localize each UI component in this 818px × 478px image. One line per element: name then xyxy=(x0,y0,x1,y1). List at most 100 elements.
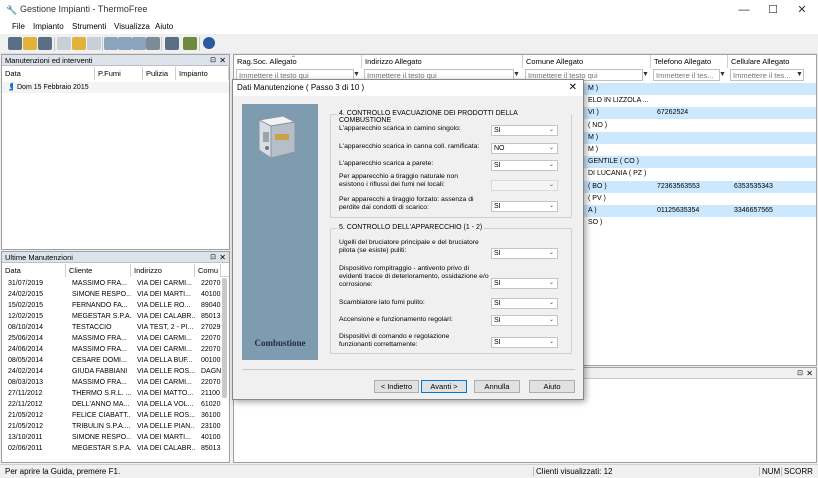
list-icon[interactable] xyxy=(8,37,22,50)
list-item[interactable]: 👤 Dom 15 Febbraio 2015 xyxy=(2,82,229,93)
menu-aiuto[interactable]: Aiuto xyxy=(155,22,173,31)
report-icon[interactable] xyxy=(165,37,179,50)
menu-visualizza[interactable]: Visualizza xyxy=(114,22,150,31)
scarico-parete-select[interactable]: SI ⌄ xyxy=(491,160,558,171)
chevron-down-icon: ⌄ xyxy=(548,339,554,345)
table-row[interactable]: 15/02/2015 FERNANDO FA... VIA DELLE RO... 8… xyxy=(2,300,222,311)
cell-cell xyxy=(731,95,811,107)
filter-icon[interactable]: ▼ xyxy=(352,70,361,79)
print-icon[interactable] xyxy=(146,37,160,50)
ugelli-select[interactable]: SI ⌄ xyxy=(491,248,558,259)
cell-cliente: MASSIMO FRA... xyxy=(72,379,127,386)
table-row[interactable]: 27/11/2012 THERMO S.R.L. ... VIA DEI MATTO… xyxy=(2,388,222,399)
col-pfumi[interactable]: P.Fumi xyxy=(95,67,143,80)
table-row[interactable]: 13/10/2011 SIMONE RESPO... VIA DEI MARTI..… xyxy=(2,432,222,443)
next-button[interactable]: Avanti > xyxy=(421,380,467,393)
grid-icon[interactable] xyxy=(38,37,52,50)
table-row[interactable]: 24/06/2014 MASSIMO FRA... VIA DEI CARMI...… xyxy=(2,344,222,355)
document-icon[interactable] xyxy=(57,37,71,50)
cell-cliente: MASSIMO FRA... xyxy=(72,280,127,287)
help-icon[interactable] xyxy=(203,37,215,49)
copy-icon[interactable] xyxy=(87,37,101,50)
table-row[interactable]: 02/06/2011 MEGESTAR S.P.A. VIA DEI CALABR.… xyxy=(2,443,222,454)
menu-strumenti[interactable]: Strumenti xyxy=(72,22,106,31)
table-row[interactable]: 31/07/2019 MASSIMO FRA... VIA DEI CARMI...… xyxy=(2,278,222,289)
filter-icon[interactable]: ▼ xyxy=(795,70,804,79)
scambiatore-select[interactable]: SI ⌄ xyxy=(491,298,558,309)
rompitraggio-select[interactable]: SI ⌄ xyxy=(491,278,558,289)
table-row[interactable]: 08/10/2014 TESTACCIO VIA TEST, 2 - PI... 27… xyxy=(2,322,222,333)
status-num: NUM xyxy=(759,467,780,476)
filter-cellulare-input[interactable]: Immettere il tes... xyxy=(730,69,804,81)
accensione-select[interactable]: SI ⌄ xyxy=(491,315,558,326)
table-row[interactable]: 21/05/2012 TRIBULIN S.P.A.... VIA DELLE PI… xyxy=(2,421,222,432)
cell-comune: 40100 xyxy=(201,434,221,441)
help-button[interactable]: Aiuto xyxy=(529,380,575,393)
table-row[interactable]: 25/06/2014 MASSIMO FRA... VIA DEI CARMI...… xyxy=(2,333,222,344)
tiraggio-forzato-select[interactable]: SI ⌄ xyxy=(491,201,558,212)
col-comune-allegato[interactable]: Comune Allegato xyxy=(523,55,651,68)
close-icon[interactable]: ✕ xyxy=(219,252,226,263)
dialog-title: Dati Manutenzione ( Passo 3 di 10 ) xyxy=(237,83,365,92)
dispositivi-comando-select[interactable]: SI ⌄ xyxy=(491,337,558,348)
tiraggio-naturale-select[interactable]: ⌄ xyxy=(491,180,558,191)
col-data[interactable]: Data xyxy=(2,67,95,80)
col-cliente[interactable]: Cliente xyxy=(66,264,131,277)
export-icon[interactable] xyxy=(132,37,146,50)
table-row[interactable]: 21/05/2012 FELICE CIABATT... VIA DELLE ROS… xyxy=(2,410,222,421)
filter-icon[interactable]: ▼ xyxy=(512,70,521,79)
menu-file[interactable]: File xyxy=(12,22,25,31)
col-ragsoc[interactable]: Rag.Soc. Allegato xyxy=(234,55,362,68)
pin-icon[interactable]: ⊡ xyxy=(797,368,803,379)
canna-ramificata-select[interactable]: NO ⌄ xyxy=(491,143,558,154)
filter-telefono-input[interactable]: Immettere il tes... xyxy=(653,69,720,81)
col-pulizia[interactable]: Pulizia xyxy=(143,67,176,80)
back-button[interactable]: < Indietro xyxy=(374,380,419,393)
sort-ascending-icon: ⌃ xyxy=(291,56,297,62)
col-indirizzo-allegato[interactable]: Indirizzo Allegato xyxy=(362,55,523,68)
menu-impianto[interactable]: Impianto xyxy=(33,22,64,31)
close-window-button[interactable]: ✕ xyxy=(788,2,816,18)
status-help-text: Per aprire la Guida, premere F1. xyxy=(5,467,121,476)
refresh-icon[interactable] xyxy=(118,37,132,50)
table-row[interactable]: 12/02/2015 MEGESTAR S.P.A. VIA DEI CALABR.… xyxy=(2,311,222,322)
section-title: 5. CONTROLLO DELL'APPARECCHIO (1 - 2) xyxy=(337,224,485,231)
open-folder-icon[interactable] xyxy=(23,37,37,50)
filter-icon[interactable]: ▼ xyxy=(641,70,650,79)
close-icon[interactable]: ✕ xyxy=(569,80,577,96)
col-data[interactable]: Data xyxy=(2,264,66,277)
close-icon[interactable]: ✕ xyxy=(219,55,226,66)
menu-bar: File Impianto Strumenti Visualizza Aiuto xyxy=(0,20,818,34)
col-impianto[interactable]: Impianto xyxy=(176,67,229,80)
pin-icon[interactable]: ⊡ xyxy=(210,252,216,263)
cell-data: 08/10/2014 xyxy=(8,324,44,331)
field-label: Accensione e funzionamento regolari: xyxy=(339,316,453,323)
camino-singolo-select[interactable]: SI ⌄ xyxy=(491,125,558,136)
col-comune[interactable]: Comu xyxy=(195,264,221,277)
col-indirizzo[interactable]: Indirizzo xyxy=(131,264,195,277)
tools-icon[interactable] xyxy=(183,37,197,50)
minimize-button[interactable]: — xyxy=(730,2,758,18)
table-row[interactable]: 24/02/2015 SIMONE RESPO... VIA DEI MARTI..… xyxy=(2,289,222,300)
vertical-scrollbar[interactable] xyxy=(222,278,227,398)
cancel-button[interactable]: Annulla xyxy=(474,380,520,393)
search-icon[interactable] xyxy=(104,37,118,50)
table-row[interactable]: 08/03/2013 MASSIMO FRA... VIA DEI CARMI...… xyxy=(2,377,222,388)
folder-icon[interactable] xyxy=(72,37,86,50)
cell-indirizzo: VIA DEI CARMI... xyxy=(137,379,192,386)
col-cellulare-allegato[interactable]: Cellulare Allegato xyxy=(728,55,816,68)
table-row[interactable]: 24/02/2014 GIUDA FABBIANI VIA DELLE ROS...… xyxy=(2,366,222,377)
col-telefono-allegato[interactable]: Telefono Allegato xyxy=(651,55,728,68)
close-icon[interactable]: ✕ xyxy=(806,368,813,379)
table-row[interactable]: 08/05/2014 CESARE DOMI... VIA DELLA BUF...… xyxy=(2,355,222,366)
pin-icon[interactable]: ⊡ xyxy=(210,55,216,66)
filter-icon[interactable]: ▼ xyxy=(718,70,727,79)
cell-cell xyxy=(731,193,811,205)
cell-indirizzo: VIA DEI MATTO... xyxy=(137,390,194,397)
cell-tel xyxy=(654,217,728,229)
table-row[interactable]: 22/11/2012 DELL'ANNO MA... VIA DELLA VOL..… xyxy=(2,399,222,410)
cell-cell xyxy=(731,120,811,132)
maximize-button[interactable]: ☐ xyxy=(759,2,787,18)
cell-cell xyxy=(731,144,811,156)
cell-cell xyxy=(731,168,811,180)
